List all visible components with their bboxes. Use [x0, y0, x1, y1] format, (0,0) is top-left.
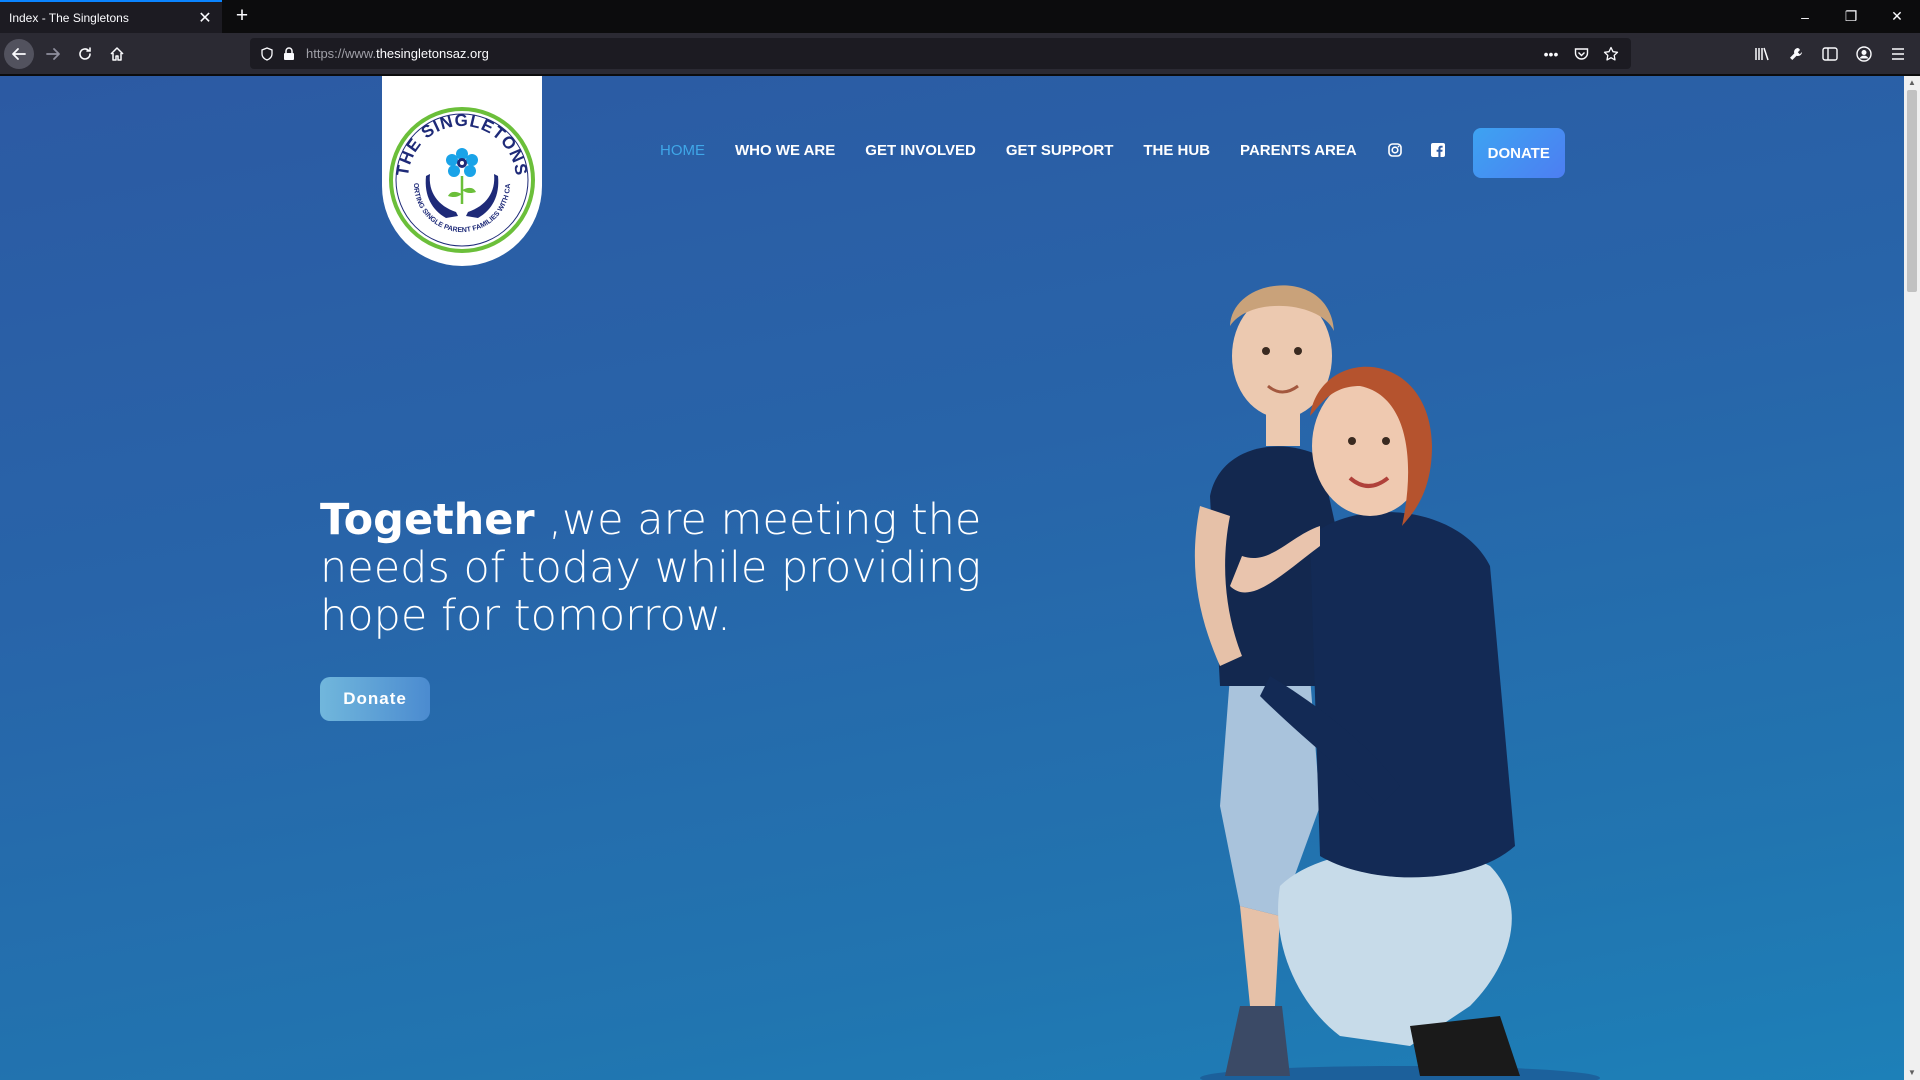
facebook-icon[interactable] — [1430, 142, 1446, 158]
lock-icon[interactable] — [278, 43, 300, 65]
window-controls: – ❐ ✕ — [1782, 0, 1920, 33]
site-navigation: HOME WHO WE ARE GET INVOLVED GET SUPPORT… — [660, 122, 1565, 178]
page-actions-icon[interactable]: ••• — [1539, 42, 1563, 66]
tab-close-icon[interactable]: ✕ — [194, 8, 216, 28]
instagram-icon[interactable] — [1387, 142, 1403, 158]
forward-button[interactable] — [38, 39, 68, 69]
home-button[interactable] — [102, 39, 132, 69]
url-text: https://www.thesingletonsaz.org — [306, 46, 1539, 61]
reload-button[interactable] — [70, 39, 100, 69]
back-button[interactable] — [4, 39, 34, 69]
bookmark-star-icon[interactable] — [1599, 42, 1623, 66]
url-prefix: https://www. — [306, 46, 377, 61]
page-viewport: THE SINGLETONS SUPPORTING SINGLE PARENT … — [0, 76, 1920, 1080]
scroll-down-arrow-icon[interactable]: ▼ — [1904, 1066, 1920, 1080]
singletons-logo-icon: THE SINGLETONS SUPPORTING SINGLE PARENT … — [386, 104, 536, 254]
account-icon[interactable] — [1848, 39, 1880, 69]
library-icon[interactable] — [1746, 39, 1778, 69]
restore-button[interactable]: ❐ — [1828, 0, 1874, 33]
forward-arrow-icon — [46, 48, 60, 60]
scroll-up-arrow-icon[interactable]: ▲ — [1904, 76, 1920, 90]
nav-who-we-are[interactable]: WHO WE ARE — [735, 142, 835, 159]
pocket-icon[interactable] — [1569, 42, 1593, 66]
page-scrollbar[interactable]: ▲ ▼ — [1904, 76, 1920, 1080]
nav-get-support[interactable]: GET SUPPORT — [1006, 142, 1114, 159]
nav-get-involved[interactable]: GET INVOLVED — [865, 142, 976, 159]
new-tab-button[interactable]: + — [230, 4, 254, 28]
sidebar-icon[interactable] — [1814, 39, 1846, 69]
nav-parents-area[interactable]: PARENTS AREA — [1240, 142, 1357, 159]
browser-tab-bar: Index - The Singletons ✕ + – ❐ ✕ — [0, 0, 1920, 33]
url-domain: thesingletonsaz.org — [376, 46, 489, 61]
site-logo[interactable]: THE SINGLETONS SUPPORTING SINGLE PARENT … — [382, 76, 542, 266]
back-arrow-icon — [12, 48, 26, 60]
url-bar[interactable]: https://www.thesingletonsaz.org ••• — [250, 38, 1631, 69]
home-icon — [110, 47, 124, 61]
close-window-button[interactable]: ✕ — [1874, 0, 1920, 33]
hero-headline-bold: Together — [320, 495, 535, 545]
reload-icon — [79, 47, 91, 60]
shield-icon[interactable] — [256, 43, 278, 65]
tab-title: Index - The Singletons — [9, 10, 129, 25]
menu-icon[interactable] — [1882, 39, 1914, 69]
hero-donate-button[interactable]: Donate — [320, 677, 430, 721]
browser-tab[interactable]: Index - The Singletons ✕ — [0, 0, 222, 33]
wrench-icon[interactable] — [1780, 39, 1812, 69]
nav-donate-button[interactable]: DONATE — [1472, 128, 1565, 178]
nav-home[interactable]: HOME — [660, 142, 705, 159]
minimize-button[interactable]: – — [1782, 0, 1828, 33]
scrollbar-thumb[interactable] — [1907, 90, 1917, 292]
hero-photo-mother-and-son — [1194, 285, 1600, 1080]
hero-headline: Together ,we are meeting the needs of to… — [320, 496, 1060, 640]
browser-toolbar: https://www.thesingletonsaz.org ••• — [0, 33, 1920, 75]
nav-the-hub[interactable]: THE HUB — [1143, 142, 1210, 159]
